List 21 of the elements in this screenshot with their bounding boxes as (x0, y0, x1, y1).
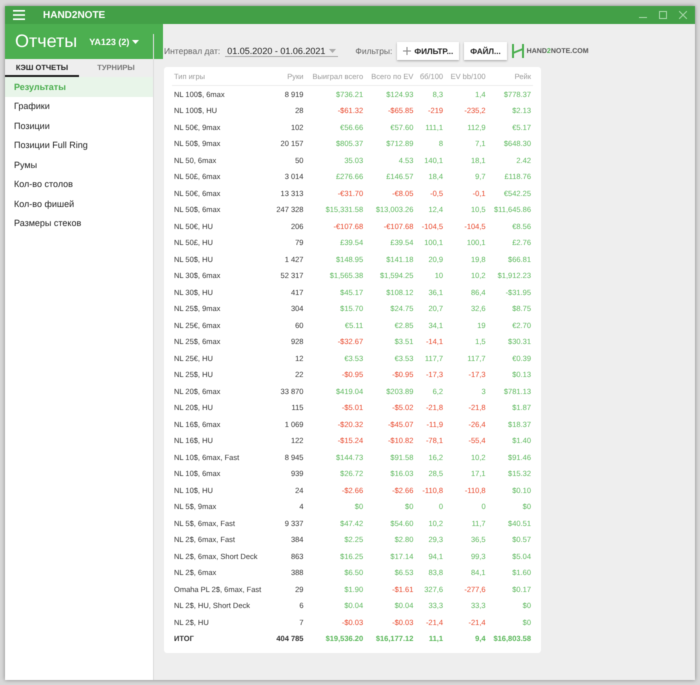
page-title: Отчеты (15, 31, 78, 52)
sidebar-item[interactable]: Позиции Full Ring (5, 136, 153, 155)
sidebar-item[interactable]: Кол-во столов (5, 174, 153, 194)
filters-label: Фильтры: (355, 46, 392, 56)
date-range-field[interactable]: 01.05.2020 - 01.06.2021 (225, 46, 338, 56)
file-button[interactable]: ФАЙЛ... (464, 42, 507, 60)
sidebar-item[interactable]: Кол-во фишей (5, 194, 153, 214)
sidebar-item[interactable]: Позиции (5, 116, 153, 136)
sidebar-item[interactable]: Размеры стеков (5, 214, 153, 233)
sidebar-item[interactable]: Графики (5, 96, 153, 116)
menu-icon[interactable] (13, 10, 25, 20)
caret-icon (132, 40, 140, 44)
logo-icon (512, 44, 524, 58)
maximize-icon[interactable] (659, 11, 667, 19)
caret-icon (329, 48, 336, 52)
window-title: HAND2NOTE (43, 10, 106, 20)
plus-icon (403, 47, 412, 55)
date-label: Интервал дат: (164, 46, 220, 56)
sidebar-item[interactable]: Румы (5, 155, 153, 174)
close-icon[interactable] (679, 11, 687, 19)
filter-button[interactable]: ФИЛЬТР... (397, 42, 460, 60)
